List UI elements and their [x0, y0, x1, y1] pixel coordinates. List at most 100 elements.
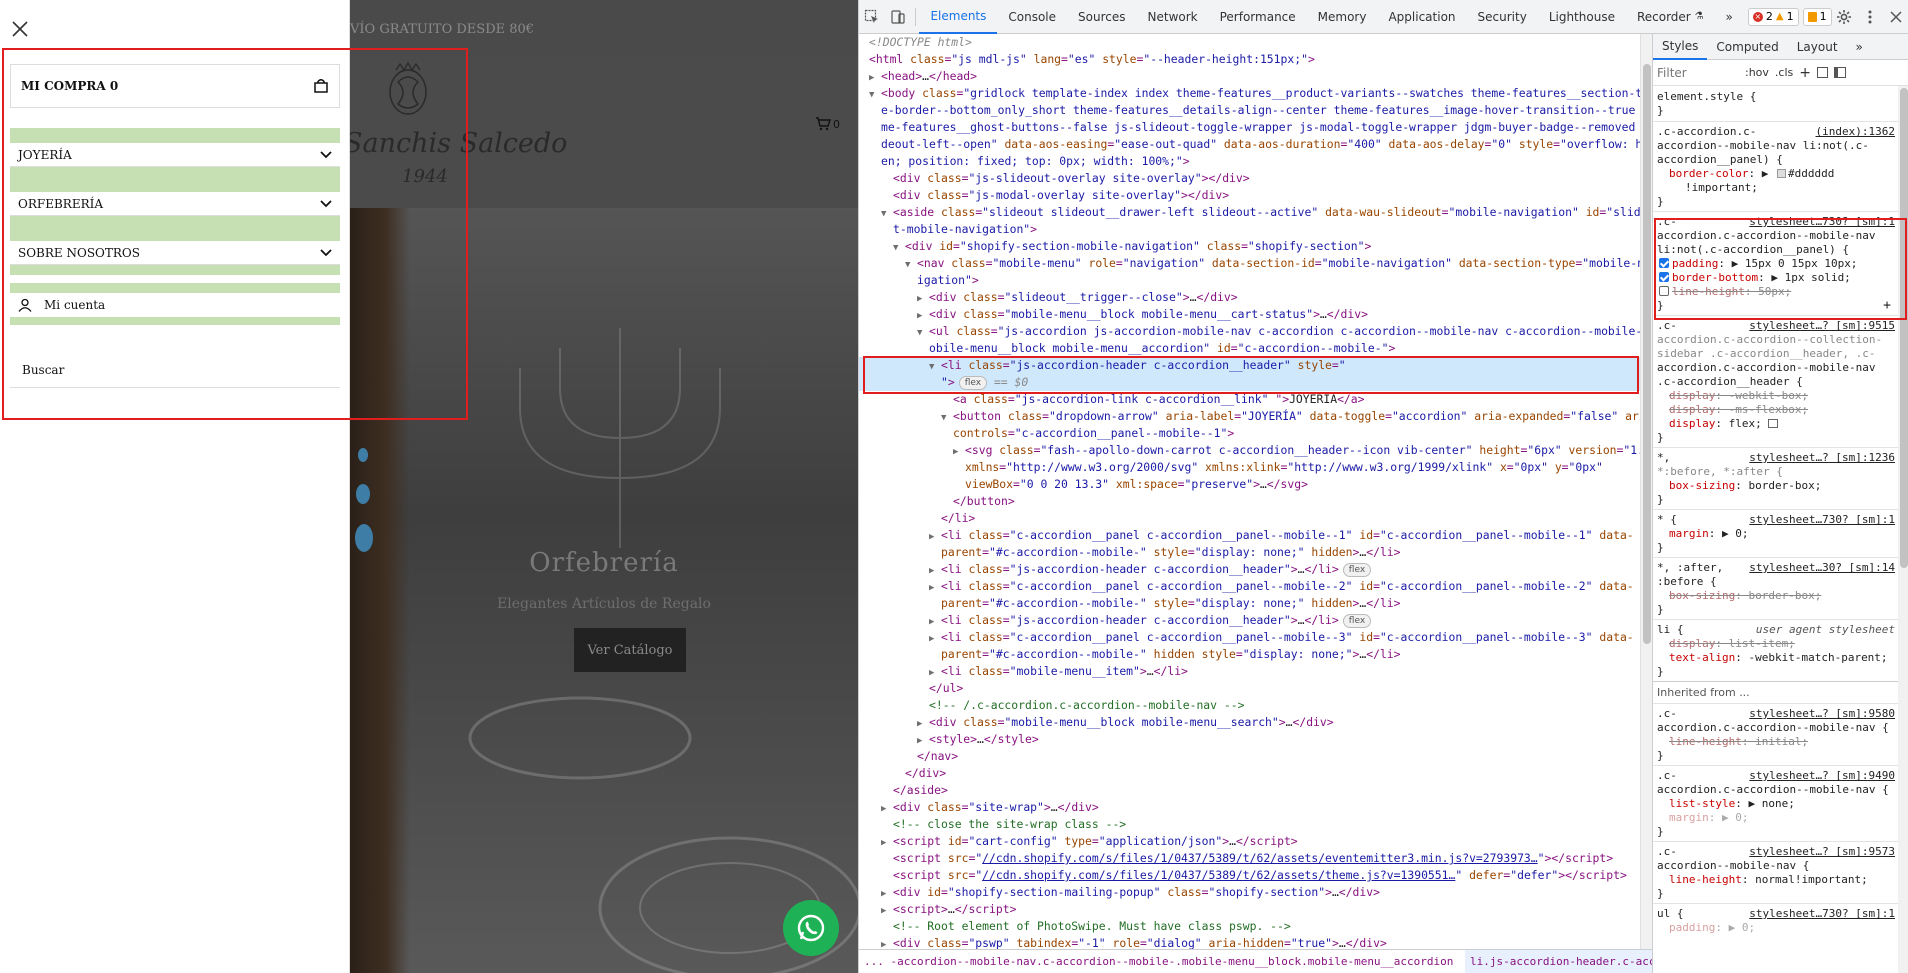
- dom-line[interactable]: t-mobile-navigation">: [859, 221, 1640, 238]
- style-rule-selector[interactable]: ul {stylesheet…730? [sm]:1: [1657, 907, 1897, 921]
- dom-line[interactable]: ▶ <div class="slideout__trigger--close">……: [859, 289, 1640, 306]
- accordion-link[interactable]: ORFEBRERÍA: [10, 192, 340, 216]
- tab-performance[interactable]: Performance: [1209, 0, 1307, 34]
- dom-line[interactable]: <script src="//cdn.shopify.com/s/files/1…: [859, 850, 1640, 867]
- style-declaration[interactable]: margin: ▶ 0;: [1657, 811, 1897, 825]
- style-declaration[interactable]: border-bottom: ▶ 1px solid;: [1657, 271, 1897, 285]
- tab-styles[interactable]: Styles: [1653, 34, 1708, 60]
- issues-badge[interactable]: 1: [1802, 7, 1832, 26]
- dom-line[interactable]: ▼ <button class="dropdown-arrow" aria-lab…: [859, 408, 1640, 425]
- error-warning-badge[interactable]: × 2 ▲ 1: [1747, 7, 1799, 26]
- color-swatch[interactable]: [1776, 169, 1786, 178]
- dom-line[interactable]: <a class="js-accordion-link c-accordion_…: [859, 391, 1640, 408]
- breadcrumb-item[interactable]: ... -accordion--mobile-nav.c-accordion--…: [859, 950, 1458, 973]
- dom-line[interactable]: </aside>: [859, 782, 1640, 799]
- style-declaration[interactable]: display: -webkit-box;: [1657, 389, 1897, 403]
- style-declaration[interactable]: text-align: -webkit-match-parent;: [1657, 651, 1897, 665]
- class-toggle[interactable]: .cls: [1775, 66, 1793, 79]
- style-declaration[interactable]: display: -ms-flexbox;: [1657, 403, 1897, 417]
- dom-line[interactable]: ▶ <script id="cart-config" type="applicat…: [859, 833, 1640, 850]
- dom-line[interactable]: deout-left--open" data-aos-easing="ease-…: [859, 136, 1640, 153]
- add-property-icon[interactable]: +: [1883, 299, 1891, 313]
- tab-console[interactable]: Console: [997, 0, 1067, 34]
- dom-line[interactable]: parent="#c-accordion--mobile-" hidden st…: [859, 646, 1640, 663]
- style-rule-selector[interactable]: .c-stylesheet…? [sm]:9490: [1657, 769, 1897, 783]
- dom-line[interactable]: ▶ <div id="shopify-section-mailing-popup"…: [859, 884, 1640, 901]
- my-account-link[interactable]: Mi cuenta: [10, 293, 340, 317]
- style-declaration[interactable]: margin: ▶ 0;: [1657, 527, 1897, 541]
- dom-line[interactable]: ▶ <div class="mobile-menu__block mobile-m…: [859, 306, 1640, 323]
- dom-line[interactable]: ▶ <li class="c-accordion__panel c-accordi…: [859, 578, 1640, 595]
- dom-line[interactable]: <html class="js mdl-js" lang="es" style=…: [859, 51, 1640, 68]
- computed-styles-icon[interactable]: [1817, 67, 1828, 78]
- view-catalog-button[interactable]: Ver Catálogo: [574, 628, 686, 672]
- chevron-down-icon[interactable]: [320, 150, 332, 159]
- dom-line[interactable]: me-features__ghost-buttons--false js-sli…: [859, 119, 1640, 136]
- tab-application[interactable]: Application: [1377, 0, 1466, 34]
- style-declaration[interactable]: padding: ▶ 15px 0 15px 10px;: [1657, 257, 1897, 271]
- dom-line[interactable]: e-border--bottom_only_short theme-featur…: [859, 102, 1640, 119]
- dom-line[interactable]: ▶ <li class="c-accordion__panel c-accordi…: [859, 527, 1640, 544]
- site-cart[interactable]: 0: [815, 114, 849, 134]
- close-drawer-button[interactable]: [8, 18, 32, 42]
- style-rule-selector[interactable]: .c-stylesheet…? [sm]:9580: [1657, 707, 1897, 721]
- device-toolbar-button[interactable]: [885, 0, 911, 34]
- dom-line[interactable]: controls="c-accordion__panel--mobile--1"…: [859, 425, 1640, 442]
- flex-editor-icon[interactable]: [1768, 419, 1779, 428]
- drawer-search-link[interactable]: Buscar: [10, 352, 340, 388]
- dom-line[interactable]: <div class="js-slideout-overlay site-ove…: [859, 170, 1640, 187]
- style-rule-selector[interactable]: li {user agent stylesheet: [1657, 623, 1897, 637]
- style-rule-selector[interactable]: .c-accordion.c- (index):1362: [1657, 125, 1897, 139]
- dom-line[interactable]: <!DOCTYPE html>: [859, 34, 1640, 51]
- tab-sources[interactable]: Sources: [1067, 0, 1136, 34]
- dom-line[interactable]: ▼ <nav class="mobile-menu" role="navigati…: [859, 255, 1640, 272]
- style-declaration[interactable]: line-height: normal!important;: [1657, 873, 1897, 887]
- tab-layout[interactable]: Layout: [1788, 34, 1847, 60]
- dom-line[interactable]: igation">: [859, 272, 1640, 289]
- tab-lighthouse[interactable]: Lighthouse: [1538, 0, 1626, 34]
- dom-line[interactable]: ▶ <head>…</head>: [859, 68, 1640, 85]
- style-rule-selector[interactable]: *, :after, stylesheet…30? [sm]:14: [1657, 561, 1897, 575]
- hover-state-toggle[interactable]: :hov: [1745, 66, 1769, 79]
- dom-line[interactable]: <!-- close the site-wrap class -->: [859, 816, 1640, 833]
- style-declaration[interactable]: border-color: ▶ #dddddd: [1657, 167, 1897, 181]
- style-declaration[interactable]: display: list-item;: [1657, 637, 1897, 651]
- tab-security[interactable]: Security: [1467, 0, 1538, 34]
- whatsapp-button[interactable]: [783, 900, 839, 956]
- dom-line[interactable]: <script src="//cdn.shopify.com/s/files/1…: [859, 867, 1640, 884]
- accordion-link[interactable]: JOYERÍA: [10, 143, 340, 167]
- dom-line[interactable]: ▶ <li class="js-accordion-header c-accord…: [859, 612, 1640, 629]
- accordion-link[interactable]: SOBRE NOSOTROS: [10, 241, 340, 265]
- dom-line[interactable]: <!-- /.c-accordion.c-accordion--mobile-n…: [859, 697, 1640, 714]
- dom-line[interactable]: ▶ <li class="js-accordion-header c-accord…: [859, 561, 1640, 578]
- accordion-header-sobre-nosotros[interactable]: SOBRE NOSOTROS: [10, 226, 340, 275]
- elements-dom-tree[interactable]: <!DOCTYPE html> <html class="js mdl-js" …: [859, 34, 1640, 949]
- inspect-element-button[interactable]: [859, 0, 885, 34]
- dom-line[interactable]: ▼ <aside class="slideout slideout__drawer…: [859, 204, 1640, 221]
- accordion-header-joyeria[interactable]: JOYERÍA: [10, 128, 340, 177]
- elements-scrollbar[interactable]: [1640, 34, 1652, 949]
- property-checkbox[interactable]: [1659, 272, 1669, 282]
- property-checkbox[interactable]: [1659, 258, 1669, 268]
- dom-line[interactable]: obile-menu__block mobile-menu__accordion…: [859, 340, 1640, 357]
- dom-line-selected[interactable]: ▼ <li class="js-accordion-header c-accord…: [859, 357, 1640, 374]
- dom-line[interactable]: parent="#c-accordion--mobile-" style="di…: [859, 595, 1640, 612]
- style-declaration[interactable]: line-height: initial;: [1657, 735, 1897, 749]
- new-rule-icon[interactable]: +: [1799, 65, 1811, 81]
- dom-line[interactable]: </button>: [859, 493, 1640, 510]
- tab-memory[interactable]: Memory: [1307, 0, 1378, 34]
- style-declaration[interactable]: box-sizing: border-box;: [1657, 589, 1897, 603]
- my-account-item[interactable]: Mi cuenta: [10, 283, 340, 325]
- dom-line[interactable]: </li>: [859, 510, 1640, 527]
- dom-line[interactable]: ▶ <script>…</script>: [859, 901, 1640, 918]
- more-style-tabs-button[interactable]: »: [1847, 34, 1872, 60]
- tab-recorder[interactable]: Recorder ⚗: [1626, 0, 1715, 34]
- dom-line[interactable]: viewBox="0 0 20 13.3" xml:space="preserv…: [859, 476, 1640, 493]
- settings-button[interactable]: [1832, 0, 1858, 34]
- dom-line[interactable]: ▶ <svg class="fash--apollo-down-carrot c-…: [859, 442, 1640, 459]
- style-declaration[interactable]: box-sizing: border-box;: [1657, 479, 1897, 493]
- property-checkbox[interactable]: [1659, 286, 1669, 296]
- style-declaration[interactable]: padding: ▶ 0;: [1657, 921, 1897, 935]
- dom-line[interactable]: </div>: [859, 765, 1640, 782]
- breadcrumb-item-current[interactable]: li.js-accordion-header.c-accordion__head…: [1465, 950, 1652, 973]
